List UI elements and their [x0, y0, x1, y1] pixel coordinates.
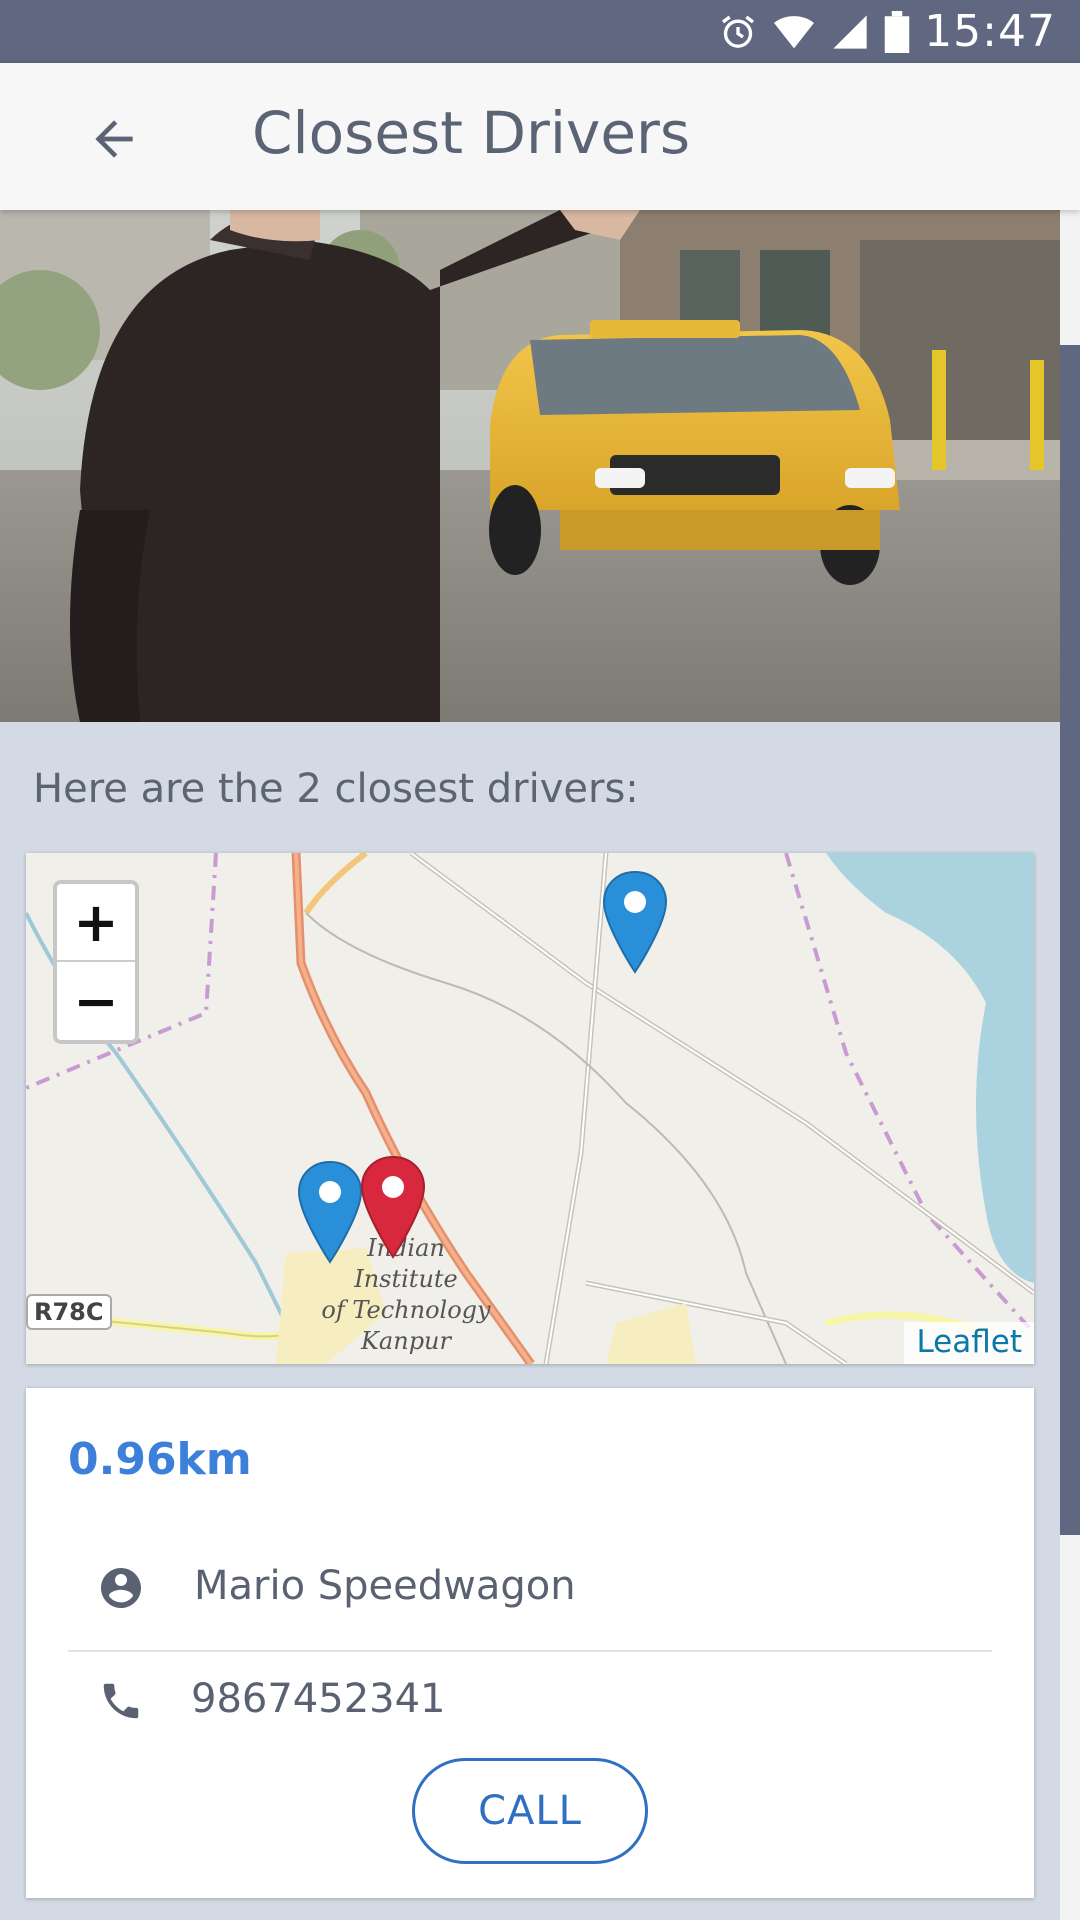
back-button[interactable] [78, 103, 150, 175]
zoom-control: + − [53, 880, 139, 1044]
map-attribution-link[interactable]: Leaflet [904, 1322, 1034, 1364]
intro-text: Here are the 2 closest drivers: [33, 766, 639, 812]
phone-icon [96, 1676, 146, 1726]
driver-card: 0.96km Mario Speedwagon 9867452341 CALL [26, 1388, 1034, 1898]
map-view[interactable]: + − R78C Indian Institute of Technology … [26, 853, 1034, 1364]
status-time: 15:47 [924, 6, 1056, 57]
app-bar: Closest Drivers [0, 63, 1080, 210]
driver-marker-blue[interactable] [297, 1160, 363, 1264]
map-pin-icon [602, 870, 668, 974]
account-circle-icon [96, 1563, 146, 1613]
call-button[interactable]: CALL [412, 1758, 648, 1864]
zoom-out-button[interactable]: − [57, 962, 135, 1040]
driver-distance: 0.96km [68, 1434, 252, 1485]
user-marker-red[interactable] [360, 1155, 426, 1259]
map-pin-icon [297, 1160, 363, 1264]
divider [68, 1650, 992, 1652]
driver-phone: 9867452341 [191, 1676, 446, 1722]
battery-icon [884, 10, 910, 53]
scrollbar-thumb[interactable] [1060, 345, 1080, 1535]
status-icons: 15:47 [718, 0, 1056, 63]
status-bar: 15:47 [0, 0, 1080, 63]
page-title: Closest Drivers [252, 99, 691, 167]
driver-name: Mario Speedwagon [194, 1563, 576, 1609]
wifi-icon [772, 12, 816, 52]
map-pin-icon [360, 1155, 426, 1259]
place-label-line: Kanpur [361, 1327, 451, 1355]
zoom-in-button[interactable]: + [57, 884, 135, 962]
hero-image [0, 210, 1060, 722]
driver-marker-blue[interactable] [602, 870, 668, 974]
place-label-line: of Technology [321, 1296, 491, 1324]
alarm-icon [718, 12, 758, 52]
road-label: R78C [26, 1294, 112, 1330]
content: Here are the 2 closest drivers: + − R78C… [0, 210, 1060, 1920]
arrow-back-icon [95, 120, 133, 158]
cell-signal-icon [830, 12, 870, 52]
place-label-line: Institute [354, 1265, 458, 1293]
